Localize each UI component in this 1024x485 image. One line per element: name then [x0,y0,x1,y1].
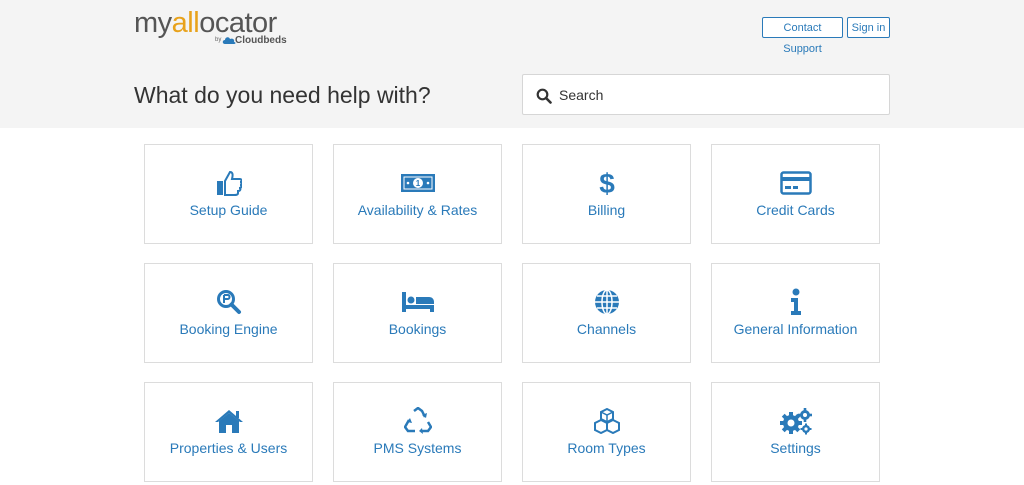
gears-icon [779,408,812,435]
category-card-credit-cards[interactable]: Credit Cards [711,144,880,244]
category-card-availability-rates[interactable]: 1 Availability & Rates [333,144,502,244]
home-icon [214,410,243,433]
category-label: Room Types [567,440,646,456]
category-label: Setup Guide [189,202,268,218]
search-icon [536,88,552,104]
page-title: What do you need help with? [134,82,431,108]
category-label: Settings [770,440,821,456]
svg-text:1: 1 [415,179,420,188]
logo-cloudbeds: Cloudbeds [235,35,287,46]
money-bill-icon: 1 [400,174,435,192]
search-box[interactable] [522,74,890,115]
sign-in-button[interactable]: Sign in [847,17,890,38]
category-label: Billing [587,202,626,218]
credit-card-icon [779,171,812,195]
category-card-settings[interactable]: Settings [711,382,880,482]
category-label: Credit Cards [756,202,835,218]
recycle-icon [403,407,432,434]
thumbs-up-icon [216,170,242,196]
category-label: Booking Engine [179,321,278,337]
cubes-icon [593,408,620,434]
logo-all: all [171,7,200,39]
category-card-general-information[interactable]: General Information [711,263,880,363]
logo-my: my [134,7,172,39]
globe-icon [594,289,619,315]
category-card-billing[interactable]: $ Billing [522,144,691,244]
category-label: General Information [733,321,858,337]
info-icon [790,288,801,315]
category-label: PMS Systems [373,440,462,456]
search-input[interactable] [559,75,879,114]
category-card-properties-users[interactable]: Properties & Users [144,382,313,482]
contact-support-button[interactable]: Contact Support [762,17,843,55]
category-card-room-types[interactable]: Room Types [522,382,691,482]
logo-by: by [215,37,222,43]
category-label: Bookings [388,321,447,337]
category-label: Channels [576,321,637,337]
bed-icon [401,292,434,312]
category-card-setup-guide[interactable]: Setup Guide [144,144,313,244]
dollar-icon: $ [599,169,615,197]
category-card-channels[interactable]: Channels [522,263,691,363]
category-label: Availability & Rates [357,202,478,218]
category-label: Properties & Users [169,440,288,456]
cloud-icon [222,37,236,44]
category-card-booking-engine[interactable]: Booking Engine [144,263,313,363]
header: myallocator by Cloudbeds Contact Support… [0,0,1024,128]
myallocator-logo[interactable]: myallocator by Cloudbeds [134,6,314,50]
svg-text:$: $ [599,169,615,197]
search-engine-icon [216,290,241,314]
category-card-bookings[interactable]: Bookings [333,263,502,363]
category-card-pms-systems[interactable]: PMS Systems [333,382,502,482]
